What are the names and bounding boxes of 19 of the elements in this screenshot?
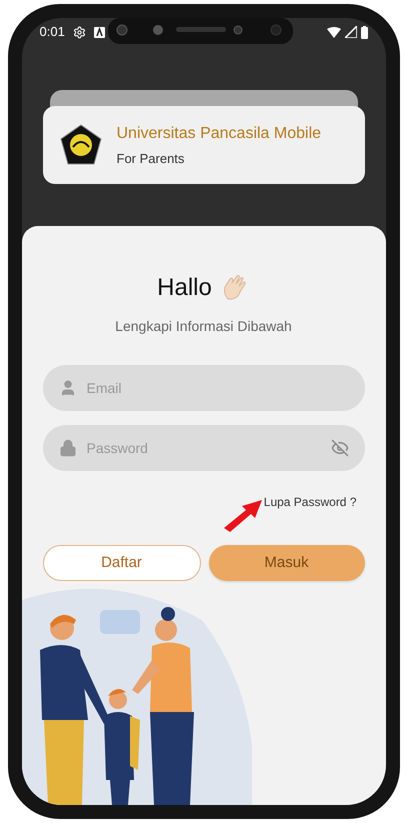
greeting-title: Hallo <box>157 273 212 303</box>
register-button[interactable]: Daftar <box>42 545 200 581</box>
forgot-password-link[interactable]: Lupa Password ? <box>264 493 356 511</box>
password-field[interactable]: Password <box>42 425 364 471</box>
app-title: Universitas Pancasila Mobile <box>116 124 322 144</box>
settings-icon <box>72 26 86 38</box>
wifi-icon <box>326 26 340 38</box>
signal-icon <box>344 26 356 38</box>
app-subtitle: For Parents <box>116 150 186 168</box>
lock-icon <box>58 439 76 457</box>
pointer-arrow-drawing <box>222 498 264 532</box>
status-time: 0:01 <box>40 23 65 42</box>
university-emblem-icon <box>58 123 102 167</box>
notification-icon <box>94 26 105 38</box>
battery-icon <box>360 26 368 38</box>
email-field[interactable]: Email <box>42 365 364 411</box>
hide-password-icon[interactable] <box>330 439 348 457</box>
greeting-subtitle: Lengkapi Informasi Dibawah <box>115 317 292 336</box>
login-button[interactable]: Masuk <box>208 545 364 581</box>
